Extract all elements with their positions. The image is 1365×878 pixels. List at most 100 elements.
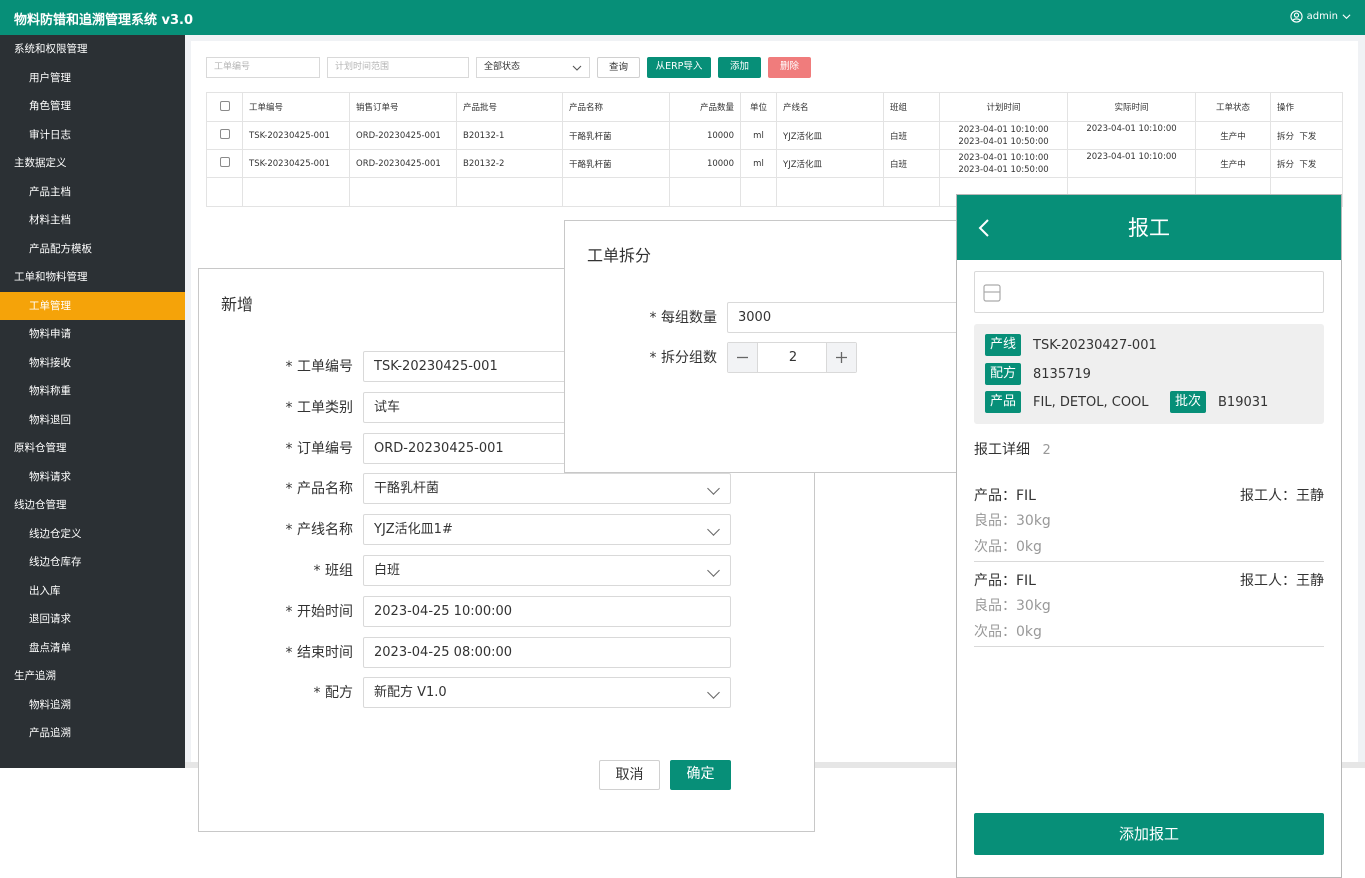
work-order-filter-input[interactable]: 工单编号 <box>206 57 320 78</box>
header-sales-order: 销售订单号 <box>349 92 457 122</box>
add-report-button[interactable]: 添加报工 <box>974 813 1324 855</box>
record-reporter: 报工人：王静 <box>1240 488 1324 504</box>
app-title: 物料防错和追溯管理系统 v3.0 <box>14 13 194 28</box>
chevron-down-icon <box>707 686 720 700</box>
record-good: 良品：30kg <box>974 513 1051 529</box>
list-item: 产品：FIL 报工人：王静 良品：30kg 次品：0kg <box>974 564 1324 647</box>
erp-import-button[interactable]: 从ERP导入 <box>647 57 711 78</box>
header-quantity: 产品数量 <box>669 92 741 122</box>
user-menu[interactable]: admin <box>1290 10 1351 23</box>
select-all-checkbox[interactable] <box>219 100 230 111</box>
user-name: admin <box>1306 11 1338 22</box>
cell-batch: B20132-2 <box>456 149 563 178</box>
plan-start: 2023-04-01 10:10:00 <box>958 124 1049 135</box>
recipe-value: 8135719 <box>1033 366 1091 382</box>
chevron-down-icon <box>707 564 720 577</box>
sidebar-item-21[interactable]: 盘点清单 <box>0 634 185 662</box>
issue-link[interactable]: 下发 <box>1299 160 1316 170</box>
sidebar-item-9[interactable]: 工单管理 <box>0 291 185 320</box>
cell-unit: ml <box>740 149 777 178</box>
header-shift: 班组 <box>883 92 940 122</box>
sidebar-item-group-4[interactable]: 主数据定义 <box>0 149 185 177</box>
field-select-4[interactable]: YJZ活化皿1# <box>363 514 731 546</box>
row-checkbox-cell <box>206 121 243 150</box>
sidebar-item-18[interactable]: 线边仓库存 <box>0 548 185 576</box>
groups-stepper[interactable]: 2 <box>727 342 857 373</box>
sidebar-item-group-14[interactable]: 原料仓管理 <box>0 434 185 462</box>
status-select[interactable]: 全部状态 <box>476 57 590 78</box>
field-select-3[interactable]: 干酪乳杆菌 <box>363 473 731 505</box>
sidebar-item-1[interactable]: 用户管理 <box>0 64 185 92</box>
row-checkbox[interactable] <box>219 129 230 139</box>
per-group-label: * 每组数量 <box>649 310 717 326</box>
cell-unit: ml <box>740 121 777 150</box>
header-actions: 操作 <box>1270 92 1343 122</box>
add-button[interactable]: 添加 <box>718 57 761 78</box>
product-value: FIL, DETOL, COOL <box>1033 394 1149 410</box>
field-value: YJZ活化皿1# <box>374 522 453 538</box>
cell-work-order: TSK-20230425-001 <box>242 149 350 178</box>
sidebar-item-13[interactable]: 物料退回 <box>0 406 185 434</box>
report-header: 报工 <box>957 195 1341 260</box>
sidebar-item-20[interactable]: 退回请求 <box>0 605 185 633</box>
cell-product: 干酪乳杆菌 <box>562 149 670 178</box>
chevron-down-icon <box>572 65 582 71</box>
chevron-down-icon <box>707 482 720 496</box>
cell-plan-time: 2023-04-01 10:10:00 2023-04-01 10:50:00 <box>939 121 1068 150</box>
row-checkbox[interactable] <box>219 157 230 167</box>
cell-quantity: 10000 <box>669 149 741 178</box>
record-good: 良品：30kg <box>974 598 1051 614</box>
field-label-1: * 工单类别 <box>285 399 353 416</box>
minus-button[interactable] <box>728 343 758 372</box>
sidebar-item-group-0[interactable]: 系统和权限管理 <box>0 35 185 63</box>
batch-tag: 批次 <box>1170 391 1207 413</box>
sidebar-item-24[interactable]: 产品追溯 <box>0 719 185 747</box>
sidebar-item-3[interactable]: 审计日志 <box>0 121 185 149</box>
header-product: 产品名称 <box>562 92 670 122</box>
cell-shift: 白班 <box>883 149 940 178</box>
batch-info: 批次 B19031 <box>1170 391 1268 413</box>
delete-button[interactable]: 删除 <box>768 57 811 78</box>
sidebar-item-group-22[interactable]: 生产追溯 <box>0 662 185 690</box>
sidebar-item-10[interactable]: 物料申请 <box>0 320 185 348</box>
record-reporter: 报工人：王静 <box>1240 573 1324 589</box>
sidebar-item-12[interactable]: 物料称重 <box>0 377 185 405</box>
field-value: 试车 <box>374 399 401 415</box>
sidebar-item-7[interactable]: 产品配方模板 <box>0 235 185 263</box>
sidebar-item-19[interactable]: 出入库 <box>0 577 185 605</box>
sidebar-item-15[interactable]: 物料请求 <box>0 463 185 491</box>
plus-button[interactable] <box>826 343 856 372</box>
field-label-0: * 工单编号 <box>285 359 353 375</box>
minus-icon <box>737 356 748 359</box>
per-group-input[interactable]: 3000 <box>727 302 967 333</box>
field-select-5[interactable]: 白班 <box>363 555 731 586</box>
cancel-button[interactable]: 取消 <box>599 760 660 790</box>
scan-input[interactable] <box>974 271 1324 313</box>
sidebar-item-group-8[interactable]: 工单和物料管理 <box>0 263 185 291</box>
sidebar-item-23[interactable]: 物料追溯 <box>0 691 185 719</box>
field-input-7[interactable]: 2023-04-25 08:00:00 <box>363 636 731 668</box>
sidebar-item-5[interactable]: 产品主档 <box>0 178 185 206</box>
table-header-row: 工单编号 销售订单号 产品批号 产品名称 产品数量 单位 产线名 班组 计划时间… <box>206 92 1343 122</box>
split-link[interactable]: 拆分 <box>1277 160 1294 170</box>
field-value: TSK-20230425-001 <box>374 359 498 374</box>
line-value: TSK-20230427-001 <box>1033 337 1157 353</box>
table-row: TSK-20230425-001 ORD-20230425-001 B20132… <box>206 149 1343 178</box>
confirm-button[interactable]: 确定 <box>670 760 731 790</box>
plan-time-range-input[interactable]: 计划时间范围 <box>327 57 469 78</box>
sidebar-item-6[interactable]: 材料主档 <box>0 206 185 234</box>
header-work-order: 工单编号 <box>242 92 350 122</box>
recipe-info: 配方 8135719 <box>985 363 1091 385</box>
sidebar-item-11[interactable]: 物料接收 <box>0 349 185 377</box>
sidebar-item-17[interactable]: 线边仓定义 <box>0 520 185 548</box>
query-button[interactable]: 查询 <box>597 57 640 78</box>
field-select-8[interactable]: 新配方 V1.0 <box>363 677 731 709</box>
sidebar-item-2[interactable]: 角色管理 <box>0 92 185 120</box>
header-batch: 产品批号 <box>456 92 563 122</box>
issue-link[interactable]: 下发 <box>1299 132 1316 142</box>
field-input-6[interactable]: 2023-04-25 10:00:00 <box>363 595 731 627</box>
report-title: 报工 <box>1128 216 1170 240</box>
sidebar-item-group-16[interactable]: 线边仓管理 <box>0 491 185 519</box>
split-link[interactable]: 拆分 <box>1277 132 1294 142</box>
scan-card-icon <box>983 284 1001 302</box>
